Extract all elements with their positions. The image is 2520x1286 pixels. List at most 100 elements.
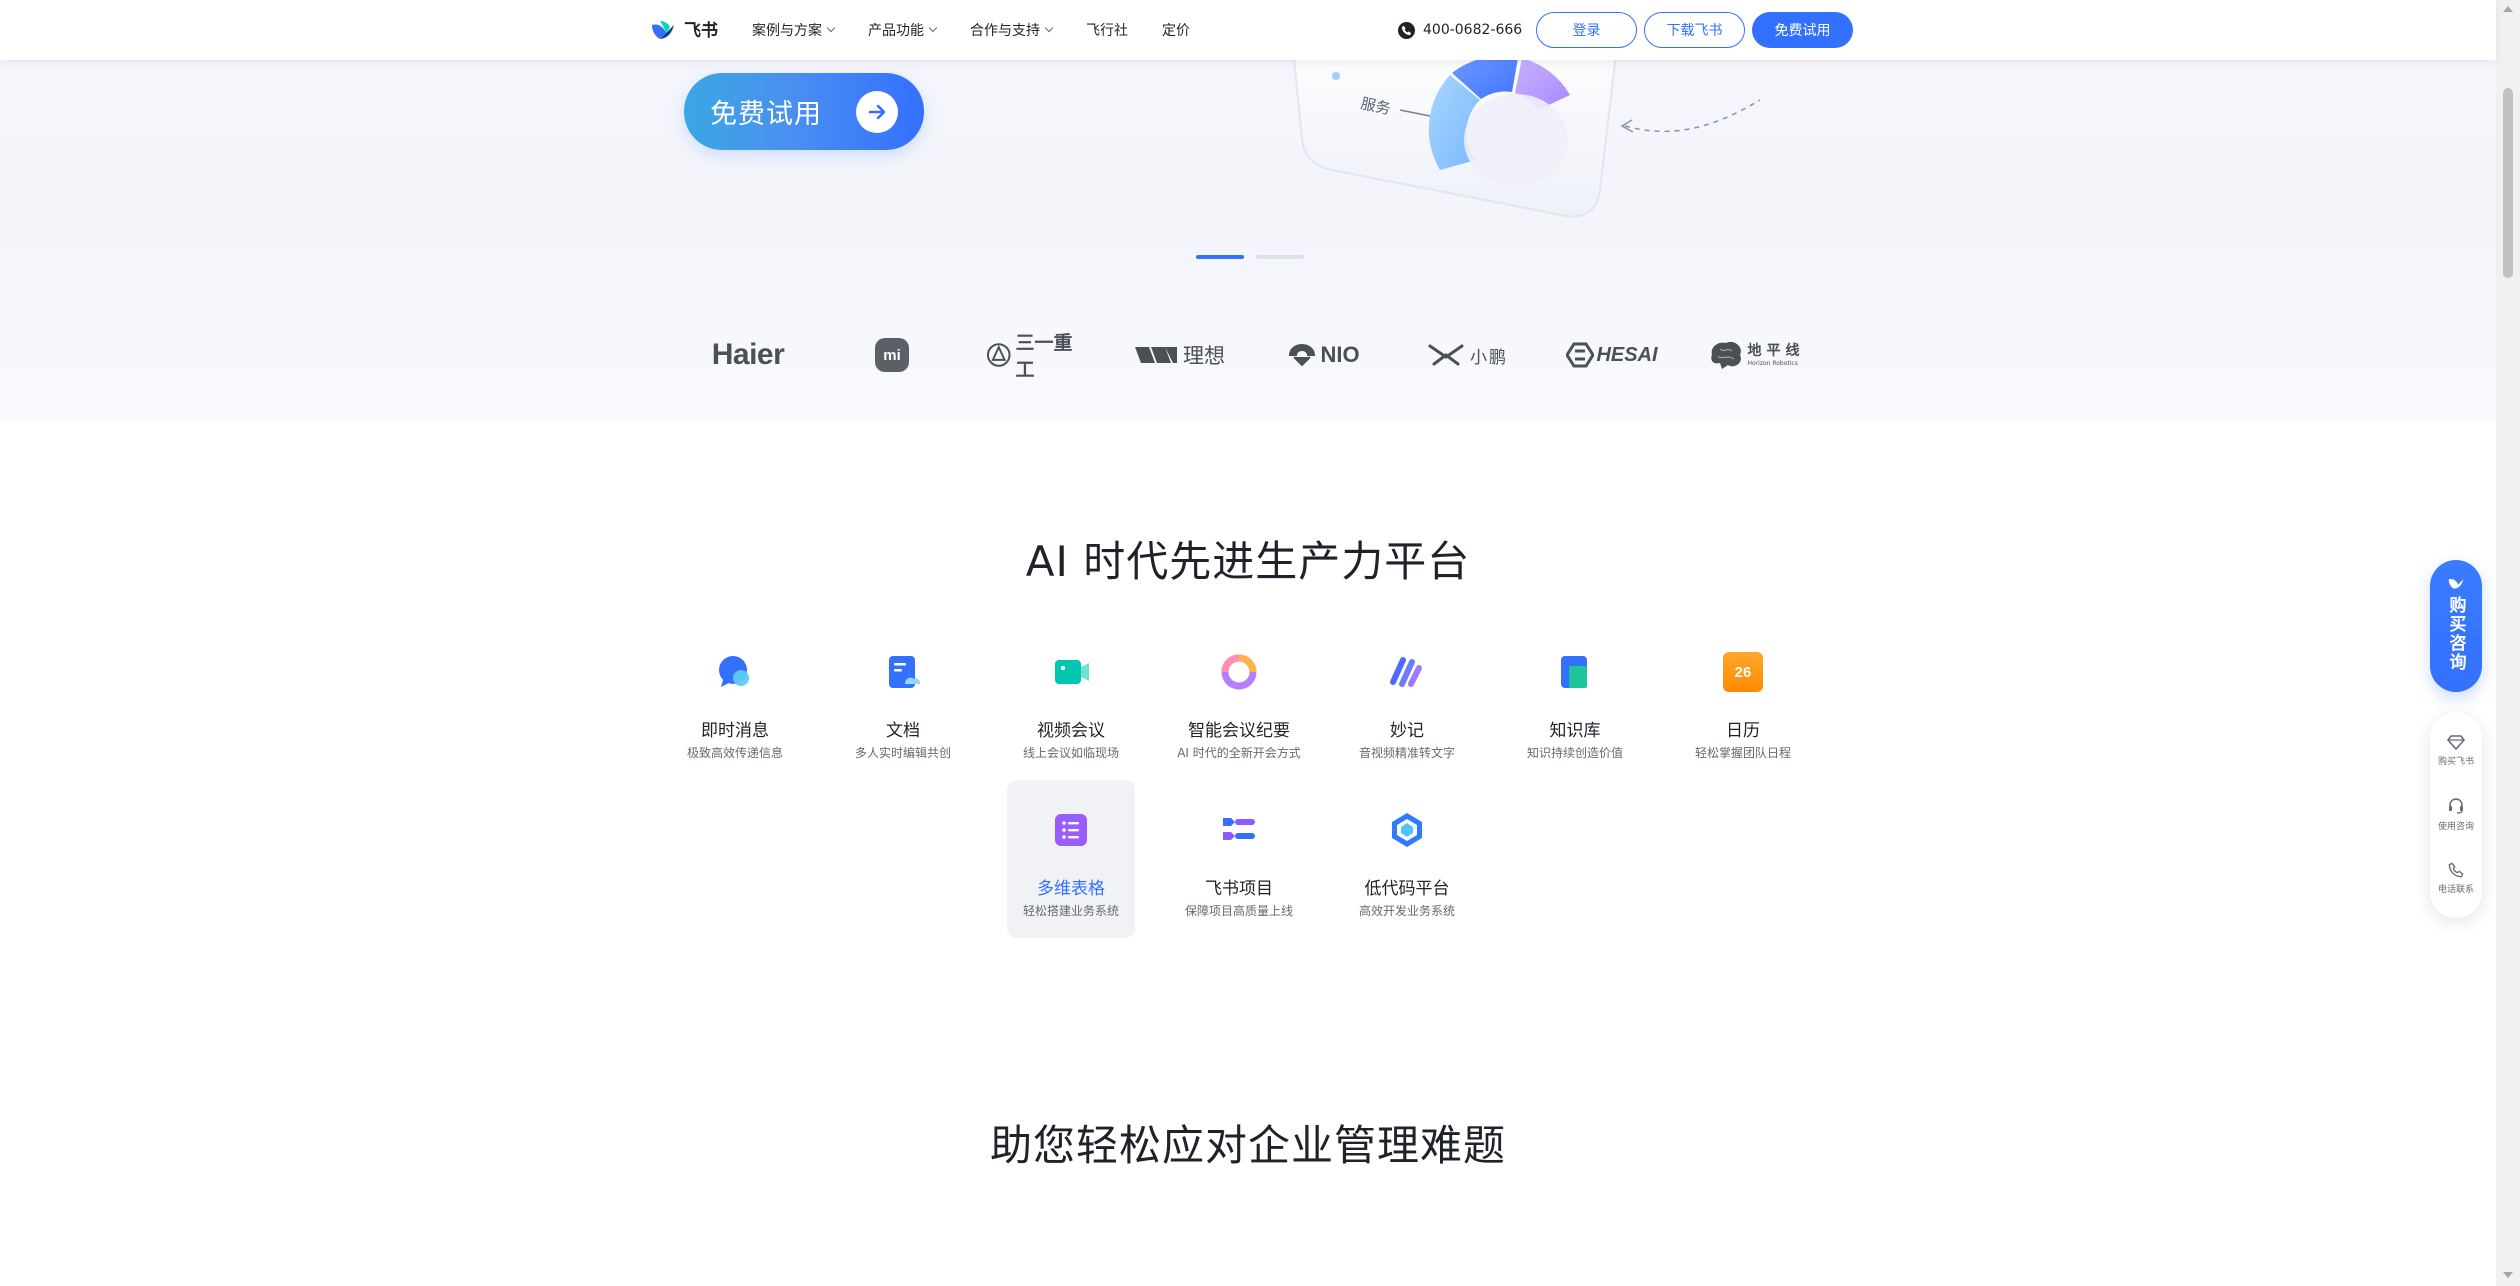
management-section-title: 助您轻松应对企业管理难题 [989, 1121, 1506, 1170]
product-title: 即时消息 [701, 721, 769, 741]
hero-free-trial-button[interactable]: 免费试用 [684, 73, 924, 150]
usage-consult-button[interactable]: 使用咨询 [2430, 784, 2482, 844]
horizon-brain-icon [1710, 341, 1741, 369]
xpeng-mark-icon [1428, 344, 1464, 366]
nav-partners-support[interactable]: 合作与支持 [970, 20, 1054, 40]
project-icon [1223, 818, 1255, 840]
product-subtitle: 保障项目高质量上线 [1184, 904, 1293, 918]
support-panel: 购买飞书 使用咨询 电话联系 [2430, 712, 2482, 918]
minutes-wave-icon [1390, 657, 1422, 687]
carousel-dot-2[interactable] [1256, 255, 1304, 259]
phone-contact-label: 电话联系 [2437, 884, 2474, 895]
nav-flight-club-label: 飞行社 [1086, 23, 1128, 39]
phone-icon [1398, 21, 1415, 39]
scroll-down-arrow-icon[interactable] [2503, 1272, 2513, 1278]
knowledge-base-icon [1561, 656, 1587, 688]
scroll-thumb[interactable] [2503, 88, 2513, 278]
product-card-minutes[interactable]: 妙记 音视频精准转文字 [1343, 622, 1471, 780]
base-table-icon [1055, 814, 1087, 846]
scroll-up-arrow-icon[interactable] [2503, 6, 2513, 12]
nav-pricing[interactable]: 定价 [1162, 20, 1190, 40]
product-title: 飞书项目 [1205, 879, 1273, 899]
product-title: 低代码平台 [1364, 879, 1450, 899]
free-trial-button[interactable]: 免费试用 [1752, 12, 1853, 48]
logo-lixiang: 理想 [1132, 325, 1228, 385]
product-title: 智能会议纪要 [1188, 721, 1290, 741]
main-nav: 案例与方案 产品功能 合作与支持 飞行社 定价 [752, 0, 1190, 60]
product-title: 知识库 [1549, 721, 1601, 741]
nio-mark-icon [1289, 344, 1316, 367]
headset-icon [2449, 797, 2463, 814]
feishu-bird-icon [652, 20, 674, 39]
document-icon [889, 656, 921, 688]
chevron-down-icon [826, 23, 836, 33]
chevron-down-icon [928, 23, 938, 33]
sales-phone[interactable]: 400-0682-666 [1398, 0, 1522, 60]
phone-number: 400-0682-666 [1423, 22, 1523, 38]
logo-nio: NIO [1284, 325, 1364, 385]
sany-mark-icon [986, 343, 1011, 367]
nav-pricing-label: 定价 [1162, 23, 1190, 39]
usage-consult-label: 使用咨询 [2437, 821, 2474, 832]
product-title: 妙记 [1390, 721, 1424, 741]
hero-free-trial-label: 免费试用 [710, 99, 822, 130]
phone-contact-button[interactable]: 电话联系 [2430, 848, 2482, 908]
product-title: 文档 [886, 721, 920, 741]
logo-hesai: HESAI [1562, 325, 1662, 385]
hero-section: 免费试用 服务 Haier mi 三一重工 理想 NIO 小鹏 HESAI 地平… [0, 0, 2496, 420]
product-card-base[interactable]: 多维表格 轻松搭建业务系统 [1007, 780, 1135, 938]
logo-haier: Haier [711, 338, 785, 371]
product-subtitle: 音视频精准转文字 [1358, 746, 1455, 760]
diamond-icon [2447, 734, 2465, 750]
logo-horizon: 地平线 Horizon Robotics [1704, 325, 1808, 385]
product-subtitle: 轻松搭建业务系统 [1022, 904, 1119, 918]
product-subtitle: 线上会议如临现场 [1022, 746, 1119, 760]
product-card-video[interactable]: 视频会议 线上会议如临现场 [1007, 622, 1135, 780]
lixiang-mark-icon [1135, 347, 1177, 363]
hesai-mark-icon [1566, 342, 1595, 368]
products-section-title: AI 时代先进生产力平台 [1025, 537, 1471, 586]
product-title: 日历 [1726, 721, 1760, 741]
purchase-consult-button[interactable]: 购买咨询 [2430, 560, 2482, 692]
product-card-im[interactable]: 即时消息 极致高效传递信息 [671, 622, 799, 780]
product-card-wiki[interactable]: 知识库 知识持续创造价值 [1511, 622, 1639, 780]
nav-product-features-label: 产品功能 [868, 23, 924, 39]
buy-feishu-button[interactable]: 购买飞书 [2430, 720, 2482, 780]
product-subtitle: 极致高效传递信息 [686, 746, 783, 760]
nav-partners-support-label: 合作与支持 [970, 23, 1040, 39]
feishu-bird-icon [2448, 578, 2464, 589]
buy-feishu-label: 购买飞书 [2437, 756, 2474, 767]
login-button[interactable]: 登录 [1536, 12, 1637, 48]
logo-sany: 三一重工 [986, 325, 1090, 385]
nav-cases-solutions[interactable]: 案例与方案 [752, 20, 836, 40]
calendar-icon: 26 [1723, 652, 1763, 692]
product-title: 视频会议 [1037, 721, 1105, 741]
product-card-project[interactable]: 飞书项目 保障项目高质量上线 [1175, 780, 1303, 938]
product-subtitle: 高效开发业务系统 [1358, 904, 1455, 918]
download-button[interactable]: 下载飞书 [1644, 12, 1745, 48]
feishu-logo[interactable]: 飞书 [650, 16, 718, 41]
chat-bubble-icon [719, 656, 749, 687]
purchase-consult-label: 购买咨询 [2445, 596, 2466, 672]
product-card-docs[interactable]: 文档 多人实时编辑共创 [839, 622, 967, 780]
low-code-icon [1392, 813, 1422, 847]
product-card-calendar[interactable]: 26 日历 轻松掌握团队日程 [1679, 622, 1807, 780]
product-subtitle: AI 时代的全新开会方式 [1177, 746, 1301, 760]
carousel-indicators [1196, 255, 1304, 259]
nav-flight-club[interactable]: 飞行社 [1086, 20, 1128, 40]
phone-icon [2448, 861, 2464, 877]
ai-ring-icon [1221, 654, 1257, 690]
product-card-ai-minutes[interactable]: 智能会议纪要 AI 时代的全新开会方式 [1175, 622, 1303, 780]
carousel-dot-1[interactable] [1196, 255, 1244, 259]
arrow-right-icon [856, 91, 898, 133]
customer-logos: Haier mi 三一重工 理想 NIO 小鹏 HESAI 地平线 Horizo… [0, 325, 2496, 415]
product-card-lowcode[interactable]: 低代码平台 高效开发业务系统 [1343, 780, 1471, 938]
page-scrollbar[interactable] [2496, 0, 2520, 1286]
video-camera-icon [1055, 660, 1089, 684]
top-navigation-bar: 飞书 案例与方案 产品功能 合作与支持 飞行社 定价 400-0682-666 … [0, 0, 2496, 60]
chevron-down-icon [1044, 23, 1054, 33]
product-subtitle: 轻松掌握团队日程 [1694, 746, 1791, 760]
product-subtitle: 多人实时编辑共创 [854, 746, 951, 760]
nav-product-features[interactable]: 产品功能 [868, 20, 938, 40]
product-subtitle: 知识持续创造价值 [1526, 746, 1623, 760]
